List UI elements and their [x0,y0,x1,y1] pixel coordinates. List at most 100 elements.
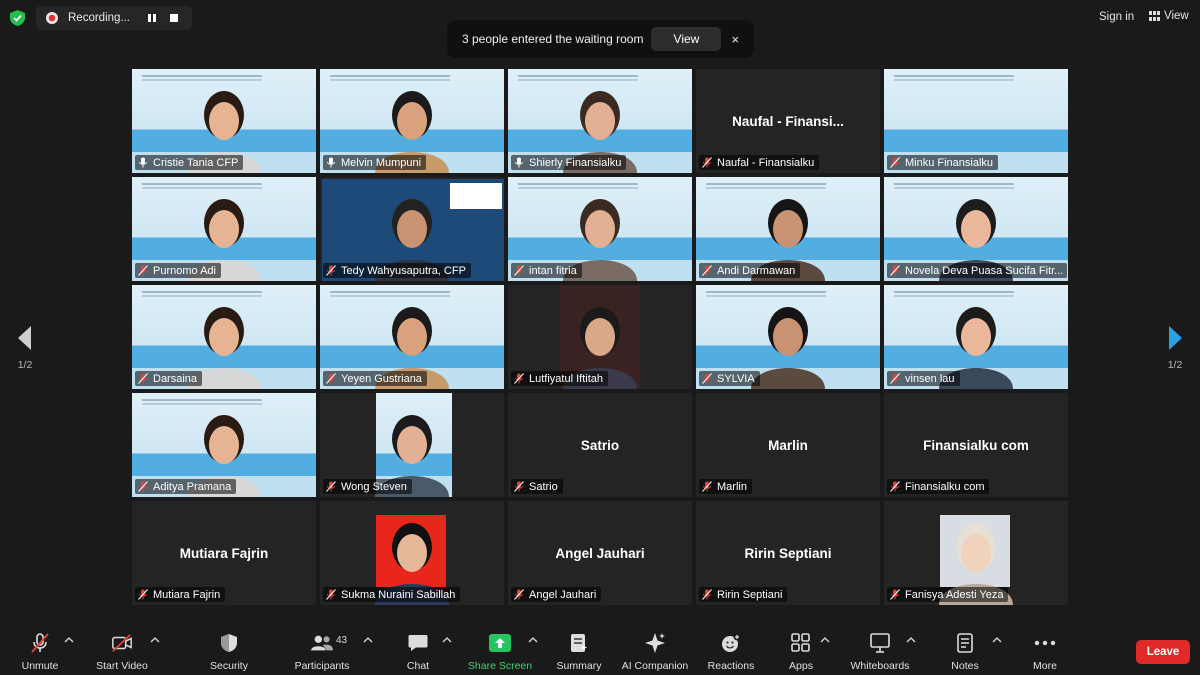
grid-view-icon [1149,11,1160,21]
share-options-caret-icon[interactable] [528,637,538,643]
participant-tile[interactable]: Satrio Satrio [508,393,692,497]
ai-sparkle-icon [644,632,666,654]
participant-tile[interactable]: Melvin Mumpuni [320,69,504,173]
view-layout-button[interactable]: View [1149,10,1189,22]
participant-name-label: intan fitria [511,263,582,278]
apps-options-caret-icon[interactable] [820,637,830,643]
participant-tile[interactable]: Aditya Pramana [132,393,316,497]
participant-tile[interactable]: intan fitria [508,177,692,281]
pause-recording-button[interactable] [144,10,160,26]
waiting-room-notification: 3 people entered the waiting room View × [447,20,754,58]
cloud-recording-icon [46,12,58,24]
participants-count: 43 [336,635,348,646]
participant-tile[interactable]: Angel Jauhari Angel Jauhari [508,501,692,605]
participant-name-label: Purnomo Adi [135,263,221,278]
participant-name-label: Novela Deva Puasa Sucifa Fitr... [887,263,1067,278]
video-off-icon [111,632,133,654]
participant-name: intan fitria [529,264,577,277]
participant-tile[interactable]: Wong Steven [320,393,504,497]
share-screen-icon [489,632,511,654]
sign-in-link[interactable]: Sign in [1099,11,1134,23]
participant-name-label: Lutfiyatul Iftitah [511,371,608,386]
participant-tile[interactable]: Naufal - Finansi... Naufal - Finansialku [696,69,880,173]
participant-name: Novela Deva Puasa Sucifa Fitr... [905,264,1064,277]
start-video-label: Start Video [96,660,148,672]
unmute-label: Unmute [21,660,59,672]
encryption-shield-icon[interactable] [10,10,25,26]
security-shield-icon [218,632,240,654]
participant-tile[interactable]: SYLVIA [696,285,880,389]
muted-mic-icon [514,481,524,492]
muted-mic-icon [890,373,900,384]
muted-mic-icon [702,589,712,600]
participant-tile[interactable]: Darsaina [132,285,316,389]
security-button[interactable]: Security [189,632,269,672]
waiting-room-message: 3 people entered the waiting room [462,32,644,46]
next-page-button[interactable]: 1/2 [1160,325,1190,385]
muted-mic-icon [326,373,336,384]
pause-icon [148,14,156,22]
participant-tile[interactable]: Marlin Marlin [696,393,880,497]
participants-options-caret-icon[interactable] [363,637,373,643]
participant-tile[interactable]: Minku Finansialku [884,69,1068,173]
participant-name-label: Cristie Tania CFP [135,155,244,170]
notes-options-caret-icon[interactable] [992,637,1002,643]
audio-options-caret-icon[interactable] [64,637,74,643]
notes-icon [954,632,976,654]
muted-mic-icon [138,481,148,492]
participant-name: Darsaina [153,372,198,385]
waiting-room-view-button[interactable]: View [651,27,722,51]
participant-name: Lutfiyatul Iftitah [529,372,603,385]
participant-tile[interactable]: Ririn Septiani Ririn Septiani [696,501,880,605]
chevron-left-icon [18,326,31,350]
participant-tile[interactable]: Mutiara Fajrin Mutiara Fajrin [132,501,316,605]
video-options-caret-icon[interactable] [150,637,160,643]
chat-label: Chat [406,660,430,672]
summary-button[interactable]: Summary [539,632,619,672]
participant-tile[interactable]: Novela Deva Puasa Sucifa Fitr... [884,177,1068,281]
participant-name-label: Wong Steven [323,479,412,494]
participant-name-label: SYLVIA [699,371,760,386]
participant-name-label: Yeyen Gustriana [323,371,427,386]
reactions-button[interactable]: Reactions [691,632,771,672]
muted-mic-icon [702,265,712,276]
participant-name: Cristie Tania CFP [153,156,239,169]
participant-name-label: Aditya Pramana [135,479,237,494]
participant-name-label: Marlin [699,479,752,494]
microphone-muted-icon [29,632,51,654]
participant-tile[interactable]: Andi Darmawan [696,177,880,281]
participant-name-label: Naufal - Finansialku [699,155,820,170]
participant-name: vinsen lau [905,372,955,385]
participants-button[interactable]: Participants [282,632,362,672]
participant-name-label: Melvin Mumpuni [323,155,427,170]
summary-document-icon [568,632,590,654]
muted-mic-icon [890,589,900,600]
participant-tile[interactable]: Finansialku com Finansialku com [884,393,1068,497]
whiteboards-options-caret-icon[interactable] [906,637,916,643]
ai-companion-button[interactable]: AI Companion [615,632,695,672]
previous-page-button[interactable]: 1/2 [10,325,40,385]
participant-name-label: Mutiara Fajrin [135,587,226,602]
more-button[interactable]: More [1005,632,1085,672]
whiteboards-label: Whiteboards [850,660,910,672]
participant-tile[interactable]: Cristie Tania CFP [132,69,316,173]
participant-tile[interactable]: Lutfiyatul Iftitah [508,285,692,389]
recording-indicator[interactable]: Recording... [36,6,192,30]
participant-tile[interactable]: Sukma Nuraini Sabillah [320,501,504,605]
chat-bubble-icon [407,632,429,654]
participant-name-label: Andi Darmawan [699,263,801,278]
participant-tile[interactable]: Purnomo Adi [132,177,316,281]
participant-tile[interactable]: Yeyen Gustriana [320,285,504,389]
participant-tile[interactable]: Tedy Wahyusaputra, CFP [320,177,504,281]
participant-tile[interactable]: Shierly Finansialku [508,69,692,173]
leave-meeting-button[interactable]: Leave [1136,640,1190,664]
participant-tile[interactable]: Fanisya Adesti Yeza [884,501,1068,605]
mic-icon [327,157,335,168]
page-indicator-right: 1/2 [1167,359,1183,371]
page-indicator-left: 1/2 [17,359,33,371]
close-notification-button[interactable]: × [731,32,739,47]
chat-options-caret-icon[interactable] [442,637,452,643]
participant-tile[interactable]: vinsen lau [884,285,1068,389]
participant-name-label: Sukma Nuraini Sabillah [323,587,461,602]
stop-recording-button[interactable] [166,10,182,26]
